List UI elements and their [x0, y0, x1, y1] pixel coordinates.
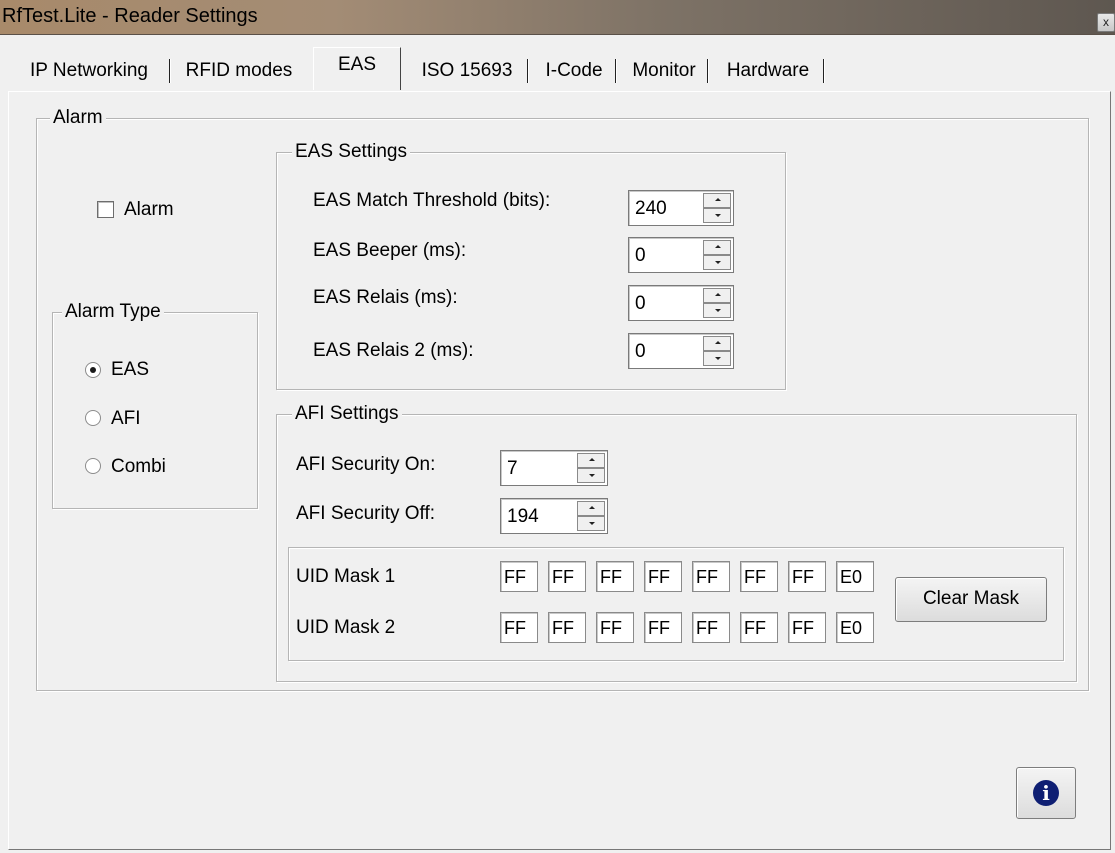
spinner-value: 194 [507, 506, 539, 527]
alarm-type-eas-radio[interactable] [85, 362, 101, 378]
spinner-value: 0 [635, 341, 646, 362]
tab-label: Hardware [726, 60, 810, 81]
close-icon[interactable]: x [1097, 13, 1115, 32]
uid-mask-2-byte-5[interactable]: FF [692, 612, 730, 643]
uid-mask-1-byte-5[interactable]: FF [692, 561, 730, 592]
tab-i-code[interactable]: I-Code [532, 54, 616, 87]
spin-down-icon[interactable] [703, 303, 731, 318]
spin-down-icon[interactable] [703, 351, 731, 366]
afi-security-on-label: AFI Security On: [296, 454, 436, 475]
clear-mask-button[interactable]: Clear Mask [895, 577, 1047, 622]
tab-iso-15693[interactable]: ISO 15693 [406, 54, 528, 87]
eas-beeper-label: EAS Beeper (ms): [313, 240, 467, 261]
uid-mask-2-byte-3[interactable]: FF [596, 612, 634, 643]
eas-relais-label: EAS Relais (ms): [313, 287, 458, 308]
spin-up-icon[interactable] [577, 501, 605, 516]
spin-down-icon[interactable] [703, 208, 731, 223]
tab-label: EAS [337, 54, 377, 75]
uid-mask-1-byte-4[interactable]: FF [644, 561, 682, 592]
uid-mask-2-byte-6[interactable]: FF [740, 612, 778, 643]
uid-mask-2-byte-4[interactable]: FF [644, 612, 682, 643]
uid-mask-1-byte-6[interactable]: FF [740, 561, 778, 592]
uid-mask-2-byte-7[interactable]: FF [788, 612, 826, 643]
alarm-type-afi-label: AFI [111, 408, 141, 429]
eas-match-threshold-spinner[interactable]: 240 [628, 190, 734, 226]
spin-down-icon[interactable] [577, 468, 605, 483]
spinner-value: 0 [635, 245, 646, 266]
uid-mask-1-label: UID Mask 1 [296, 566, 396, 587]
spin-up-icon[interactable] [703, 193, 731, 208]
tab-ip-networking[interactable]: IP Networking [8, 54, 170, 87]
tab-strip: IP Networking RFID modes EAS ISO 15693 I… [8, 47, 1115, 94]
alarm-type-combi-label: Combi [111, 456, 166, 477]
afi-security-off-label: AFI Security Off: [296, 503, 436, 524]
info-icon: i [1033, 780, 1059, 806]
spin-up-icon[interactable] [703, 240, 731, 255]
uid-mask-1-byte-3[interactable]: FF [596, 561, 634, 592]
alarm-group-label: Alarm [50, 107, 106, 129]
uid-mask-1-byte-8[interactable]: E0 [836, 561, 874, 592]
spinner-value: 0 [635, 293, 646, 314]
spinner-value: 7 [507, 458, 518, 479]
afi-security-off-spinner[interactable]: 194 [500, 498, 608, 534]
afi-settings-group-label: AFI Settings [292, 403, 402, 425]
tab-label: I-Code [545, 60, 603, 81]
tab-hardware[interactable]: Hardware [712, 54, 824, 87]
tab-label: IP Networking [30, 60, 148, 81]
uid-mask-2-byte-8[interactable]: E0 [836, 612, 874, 643]
eas-settings-group-label: EAS Settings [292, 141, 410, 163]
tab-monitor[interactable]: Monitor [620, 54, 708, 87]
tab-label: Monitor [632, 60, 696, 81]
alarm-type-group [52, 312, 258, 509]
spinner-value: 240 [635, 198, 667, 219]
spin-down-icon[interactable] [703, 255, 731, 270]
uid-mask-2-fields: FF FF FF FF FF FF FF E0 [500, 612, 885, 645]
spin-down-icon[interactable] [577, 516, 605, 531]
uid-mask-1-byte-1[interactable]: FF [500, 561, 538, 592]
window-title: RfTest.Lite - Reader Settings [2, 5, 258, 27]
spin-up-icon[interactable] [703, 288, 731, 303]
alarm-type-afi-radio[interactable] [85, 410, 101, 426]
title-bar: RfTest.Lite - Reader Settings x [0, 0, 1115, 35]
eas-match-threshold-label: EAS Match Threshold (bits): [313, 190, 551, 211]
eas-relais-2-label: EAS Relais 2 (ms): [313, 340, 474, 361]
uid-mask-1-byte-7[interactable]: FF [788, 561, 826, 592]
tab-rfid-modes[interactable]: RFID modes [174, 54, 304, 87]
uid-mask-1-fields: FF FF FF FF FF FF FF E0 [500, 561, 885, 594]
tab-eas[interactable]: EAS [313, 47, 401, 90]
eas-beeper-spinner[interactable]: 0 [628, 237, 734, 273]
eas-relais-2-spinner[interactable]: 0 [628, 333, 734, 369]
alarm-type-combi-radio[interactable] [85, 458, 101, 474]
alarm-checkbox[interactable] [97, 201, 114, 218]
alarm-type-eas-label: EAS [111, 359, 150, 380]
spin-up-icon[interactable] [703, 336, 731, 351]
uid-mask-1-byte-2[interactable]: FF [548, 561, 586, 592]
eas-relais-spinner[interactable]: 0 [628, 285, 734, 321]
afi-security-on-spinner[interactable]: 7 [500, 450, 608, 486]
alarm-type-group-label: Alarm Type [62, 301, 164, 323]
uid-mask-2-byte-1[interactable]: FF [500, 612, 538, 643]
alarm-checkbox-label: Alarm [124, 199, 174, 220]
spin-up-icon[interactable] [577, 453, 605, 468]
uid-mask-2-byte-2[interactable]: FF [548, 612, 586, 643]
tab-label: RFID modes [185, 60, 293, 81]
info-button[interactable]: i [1016, 767, 1076, 819]
tab-label: ISO 15693 [421, 60, 513, 81]
uid-mask-2-label: UID Mask 2 [296, 617, 396, 638]
